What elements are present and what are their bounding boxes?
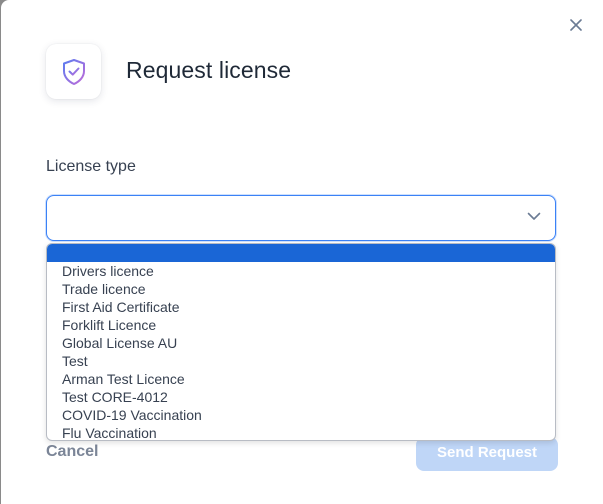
close-icon[interactable]: [567, 16, 585, 34]
license-type-dropdown-list: Drivers licence Trade licence First Aid …: [46, 243, 556, 441]
dropdown-option-empty[interactable]: [47, 244, 555, 262]
modal-title: Request license: [126, 57, 292, 83]
chevron-down-icon: [527, 212, 541, 220]
dropdown-option[interactable]: First Aid Certificate: [47, 298, 555, 316]
dropdown-option[interactable]: Global License AU: [47, 334, 555, 352]
dropdown-option[interactable]: Trade licence: [47, 280, 555, 298]
license-type-label: License type: [46, 158, 136, 175]
dropdown-option[interactable]: Test: [47, 352, 555, 370]
cancel-button[interactable]: Cancel: [46, 443, 98, 461]
dropdown-option[interactable]: COVID-19 Vaccination: [47, 406, 555, 424]
dropdown-option[interactable]: Flu Vaccination: [47, 424, 555, 440]
shield-check-icon: [46, 44, 101, 99]
send-request-button[interactable]: Send Request: [416, 437, 558, 471]
dropdown-option[interactable]: Drivers licence: [47, 262, 555, 280]
dropdown-option[interactable]: Forklift Licence: [47, 316, 555, 334]
license-type-select[interactable]: [46, 195, 556, 241]
dropdown-option[interactable]: Arman Test Licence: [47, 370, 555, 388]
dropdown-option[interactable]: Test CORE-4012: [47, 388, 555, 406]
